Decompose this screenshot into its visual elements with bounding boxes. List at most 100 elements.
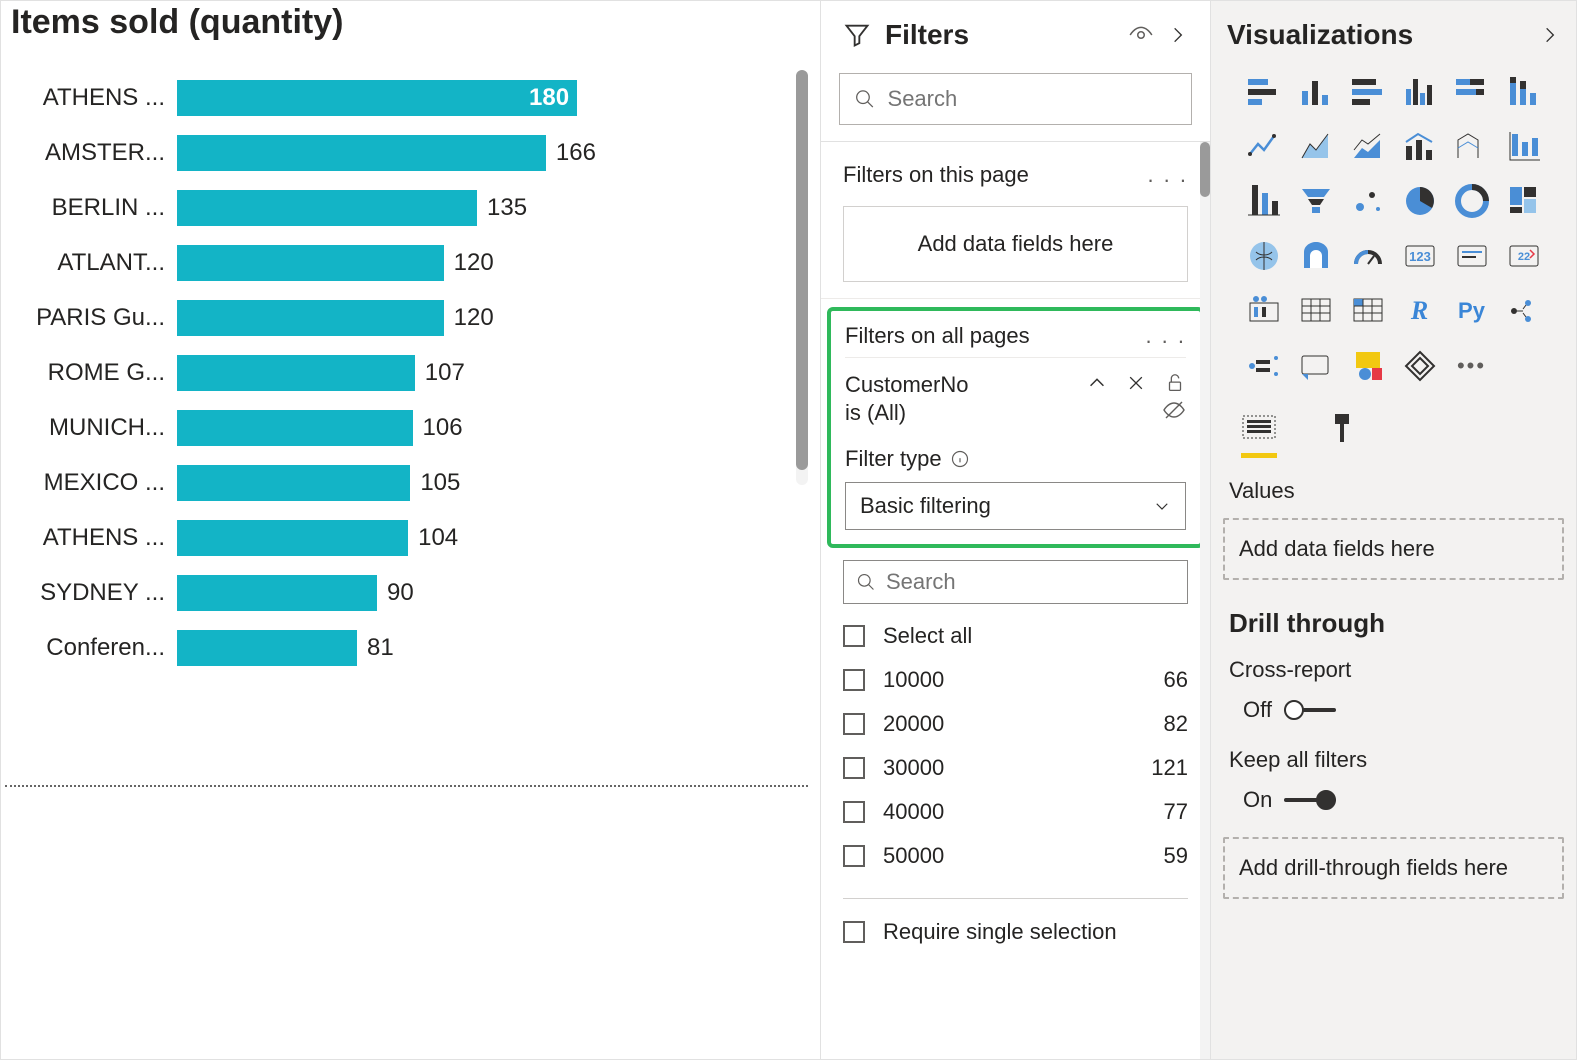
- option-label: 10000: [883, 667, 1164, 693]
- viz-treemap-icon[interactable]: [1504, 181, 1544, 221]
- viz-power-apps-icon[interactable]: [1400, 346, 1440, 386]
- filter-values-search-input[interactable]: [886, 569, 1175, 595]
- bar-category-label: MUNICH...: [5, 414, 177, 442]
- viz-table-icon[interactable]: [1296, 291, 1336, 331]
- viz-decomposition-tree-icon[interactable]: [1244, 346, 1284, 386]
- keep-filters-toggle[interactable]: [1284, 790, 1336, 810]
- checkbox[interactable]: [843, 669, 865, 691]
- values-dropzone[interactable]: Add data fields here: [1223, 518, 1564, 580]
- viz-clustered-column-2-icon[interactable]: [1400, 71, 1440, 111]
- chart-bar-row[interactable]: BERLIN ... 135: [5, 180, 715, 235]
- viz-scatter-icon[interactable]: [1348, 181, 1388, 221]
- bar-category-label: ATHENS ...: [5, 84, 177, 112]
- viz-line-column-icon[interactable]: [1400, 126, 1440, 166]
- checkbox[interactable]: [843, 801, 865, 823]
- filter-option-row[interactable]: 40000 77: [843, 790, 1188, 834]
- checkbox[interactable]: [843, 845, 865, 867]
- viz-map-icon[interactable]: [1244, 236, 1284, 276]
- filters-search-input[interactable]: [888, 86, 1177, 112]
- require-single-label: Require single selection: [883, 919, 1117, 945]
- viz-donut-icon[interactable]: [1452, 181, 1492, 221]
- viz-matrix-icon[interactable]: [1348, 291, 1388, 331]
- chart-bar-row[interactable]: MEXICO ... 105: [5, 455, 715, 510]
- filters-scrollbar[interactable]: [1200, 142, 1210, 1059]
- filter-option-row[interactable]: 20000 82: [843, 702, 1188, 746]
- option-label: 20000: [883, 711, 1164, 737]
- viz-ribbon-icon[interactable]: [1452, 126, 1492, 166]
- viz-clustered-bar-h-icon[interactable]: [1348, 71, 1388, 111]
- format-tab[interactable]: [1327, 412, 1357, 458]
- more-options-icon[interactable]: . . .: [1145, 323, 1186, 349]
- viz-stacked-column-100-icon[interactable]: [1504, 71, 1544, 111]
- chart-bar-row[interactable]: ROME G... 107: [5, 345, 715, 400]
- viz-waterfall-icon[interactable]: [1504, 126, 1544, 166]
- filter-option-row[interactable]: Select all: [843, 614, 1188, 658]
- filters-on-all-title: Filters on all pages: [845, 323, 1030, 349]
- viz-filled-map-icon[interactable]: [1296, 236, 1336, 276]
- viz-card-icon[interactable]: 123: [1400, 236, 1440, 276]
- chart-bar-row[interactable]: ATHENS ... 104: [5, 510, 715, 565]
- chevron-right-icon[interactable]: [1540, 21, 1560, 49]
- chevron-up-icon[interactable]: [1086, 372, 1108, 394]
- bar-category-label: PARIS Gu...: [5, 304, 177, 332]
- require-single-checkbox[interactable]: [843, 921, 865, 943]
- cross-report-toggle[interactable]: [1284, 700, 1336, 720]
- fields-tab[interactable]: [1241, 412, 1277, 458]
- bar-category-label: ATLANT...: [5, 249, 177, 277]
- viz-paginated-rdl-icon[interactable]: [1348, 346, 1388, 386]
- viz-clustered-column-icon[interactable]: [1296, 71, 1336, 111]
- chevron-right-icon[interactable]: [1168, 21, 1188, 49]
- lock-icon[interactable]: [1164, 372, 1186, 394]
- chart-bar-row[interactable]: Conferen... 81: [5, 620, 715, 675]
- chart-bar-row[interactable]: PARIS Gu... 120: [5, 290, 715, 345]
- viz-qa-icon[interactable]: [1296, 346, 1336, 386]
- viz-stacked-bar-100-icon[interactable]: [1452, 71, 1492, 111]
- filter-option-row[interactable]: 30000 121: [843, 746, 1188, 790]
- viz-kpi-icon[interactable]: 22: [1504, 236, 1544, 276]
- viz-line-icon[interactable]: [1244, 126, 1284, 166]
- info-icon[interactable]: [950, 449, 970, 469]
- checkbox[interactable]: [843, 713, 865, 735]
- viz-slicer-icon[interactable]: [1244, 291, 1284, 331]
- viz-pie-icon[interactable]: [1400, 181, 1440, 221]
- viz-column-axis-icon[interactable]: [1244, 181, 1284, 221]
- viz-gauge-icon[interactable]: [1348, 236, 1388, 276]
- page-filters-dropzone[interactable]: Add data fields here: [843, 206, 1188, 282]
- viz-more-visuals-icon[interactable]: •••: [1452, 346, 1492, 386]
- chart-bar-row[interactable]: AMSTER... 166: [5, 125, 715, 180]
- option-label: 40000: [883, 799, 1164, 825]
- viz-stacked-bar-h-icon[interactable]: [1244, 71, 1284, 111]
- checkbox[interactable]: [843, 757, 865, 779]
- chart-bar-row[interactable]: SYDNEY ... 90: [5, 565, 715, 620]
- chart-bar-row[interactable]: ATLANT... 120: [5, 235, 715, 290]
- hide-filter-icon[interactable]: [1162, 398, 1186, 422]
- filter-option-row[interactable]: 10000 66: [843, 658, 1188, 702]
- eye-preview-icon[interactable]: [1128, 22, 1154, 48]
- bar-category-label: Conferen...: [5, 634, 177, 662]
- filter-values-search[interactable]: [843, 560, 1188, 604]
- viz-stacked-area-icon[interactable]: [1348, 126, 1388, 166]
- visualizations-pane: Visualizations 12322RPy••• Values Add da…: [1211, 1, 1576, 1059]
- chart-bar-row[interactable]: ATHENS ... 180: [5, 70, 715, 125]
- viz-multi-row-card-icon[interactable]: [1452, 236, 1492, 276]
- filter-option-row[interactable]: 50000 59: [843, 834, 1188, 878]
- viz-funnel-icon[interactable]: [1296, 181, 1336, 221]
- more-options-icon[interactable]: . . .: [1147, 162, 1188, 188]
- drill-through-dropzone[interactable]: Add drill-through fields here: [1223, 837, 1564, 899]
- filter-type-select[interactable]: Basic filtering: [845, 482, 1186, 530]
- filters-search[interactable]: [839, 73, 1192, 125]
- option-label: 30000: [883, 755, 1151, 781]
- chart-bar-row[interactable]: MUNICH... 106: [5, 400, 715, 455]
- chart-scrollbar[interactable]: [796, 70, 808, 485]
- checkbox[interactable]: [843, 625, 865, 647]
- bar-value: 120: [454, 304, 494, 332]
- viz-area-icon[interactable]: [1296, 126, 1336, 166]
- chart-visual[interactable]: Items sold (quantity) ATHENS ... 180AMST…: [1, 1, 821, 1059]
- filter-card-customerno[interactable]: CustomerNo is (All): [845, 357, 1186, 530]
- filter-icon: [843, 21, 871, 49]
- viz-r-visual-icon[interactable]: R: [1400, 291, 1440, 331]
- bar-value: 106: [423, 414, 463, 442]
- viz-python-visual-icon[interactable]: Py: [1452, 291, 1492, 331]
- viz-key-influencers-icon[interactable]: [1504, 291, 1544, 331]
- clear-filter-icon[interactable]: [1126, 373, 1146, 393]
